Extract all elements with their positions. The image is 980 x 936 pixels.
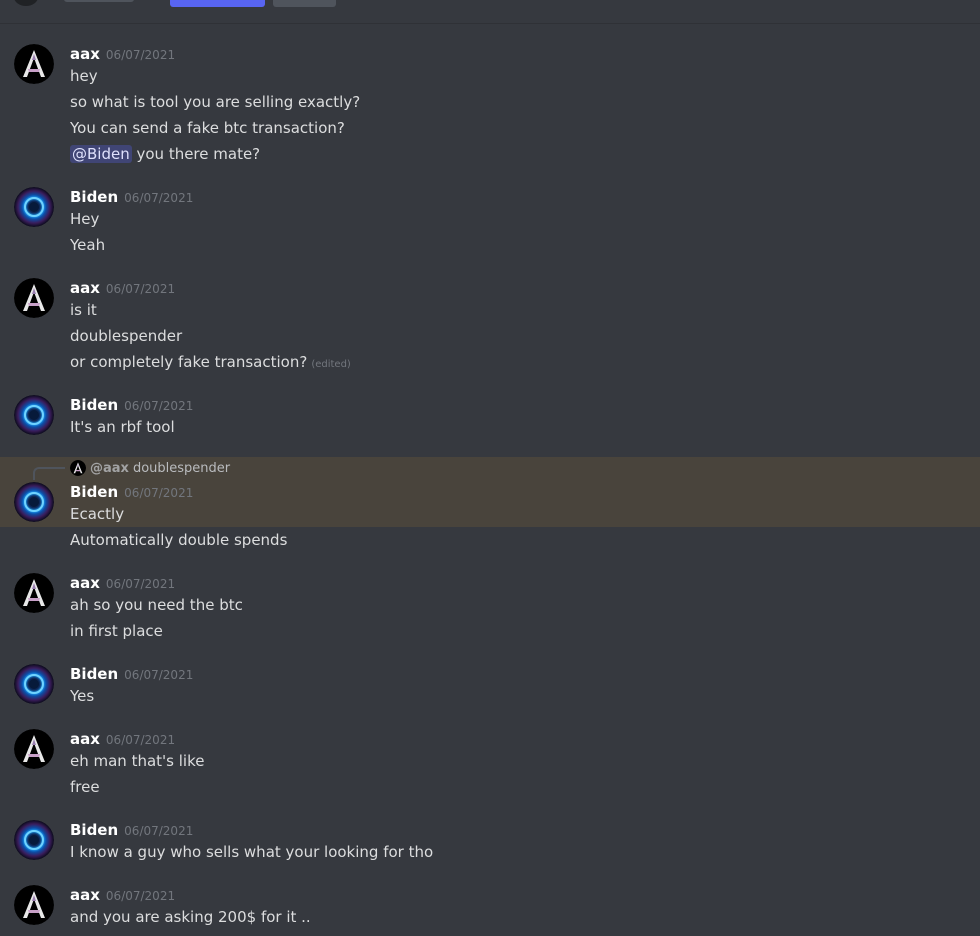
aax-letter-a-icon[interactable] [14, 278, 54, 318]
message-line: Yeah [70, 236, 106, 254]
message-line: in first place [70, 622, 163, 640]
message-timestamp: 06/07/2021 [124, 486, 194, 500]
message-line: or completely fake transaction? (edited) [70, 353, 351, 371]
message-line: @Biden you there mate? [70, 143, 260, 165]
blue-vortex-icon[interactable] [14, 395, 54, 435]
reply-spine [33, 467, 65, 480]
message-line: Hey [70, 210, 100, 228]
reply-author[interactable]: @aax [90, 461, 129, 476]
message-line: Yes [70, 687, 95, 705]
message-line: Ecactly [70, 505, 125, 523]
avatar [14, 0, 38, 6]
message-timestamp: 06/07/2021 [124, 191, 194, 205]
aax-letter-a-icon[interactable] [14, 44, 54, 84]
aax-letter-a-icon [70, 460, 86, 476]
edited-label: (edited) [311, 359, 351, 370]
message-line: You can send a fake btc transaction? [70, 119, 345, 137]
message-line: is it [70, 301, 97, 319]
message-line: It's an rbf tool [70, 418, 175, 436]
message-line: eh man that's like [70, 752, 205, 770]
top-header-bar [0, 0, 980, 24]
blue-vortex-icon[interactable] [14, 482, 54, 522]
message-timestamp: 06/07/2021 [105, 282, 176, 296]
message-author[interactable]: Biden 06/07/2021 [70, 395, 193, 416]
aax-letter-a-icon[interactable] [14, 573, 54, 613]
message-timestamp: 06/07/2021 [105, 48, 176, 62]
message-author[interactable]: aax 06/07/2021 [70, 729, 175, 750]
message-author[interactable]: aax 06/07/2021 [70, 885, 175, 906]
message-line: I know a guy who sells what your looking… [70, 843, 434, 861]
message-timestamp: 06/07/2021 [124, 668, 194, 682]
blue-vortex-icon[interactable] [14, 820, 54, 860]
message-timestamp: 06/07/2021 [124, 399, 194, 413]
message-timestamp: 06/07/2021 [105, 889, 176, 903]
message-line: doublespender [70, 327, 183, 345]
message-author[interactable]: Biden 06/07/2021 [70, 820, 193, 841]
message-line: free [70, 778, 100, 796]
header-text [64, 0, 134, 2]
reply-text: doublespender [132, 460, 231, 476]
message-author[interactable]: Biden 06/07/2021 [70, 482, 193, 503]
message-line: Automatically double spends [70, 531, 288, 549]
user-mention[interactable]: @Biden [70, 145, 132, 163]
aax-letter-a-icon[interactable] [14, 729, 54, 769]
message-author[interactable]: Biden 06/07/2021 [70, 187, 193, 208]
message-line: so what is tool you are selling exactly? [70, 93, 361, 111]
primary-button[interactable] [170, 0, 265, 7]
message-line: hey [70, 67, 98, 85]
message-line: ah so you need the btc [70, 596, 243, 614]
blue-vortex-icon[interactable] [14, 664, 54, 704]
aax-letter-a-icon[interactable] [14, 885, 54, 925]
reply-reference[interactable]: @aax doublespender [70, 459, 230, 477]
blue-vortex-icon[interactable] [14, 187, 54, 227]
message-line: and you are asking 200$ for it .. [70, 908, 311, 926]
message-timestamp: 06/07/2021 [105, 577, 176, 591]
message-author[interactable]: aax 06/07/2021 [70, 44, 175, 65]
mention-line-text: you there mate? [131, 145, 261, 163]
message-timestamp: 06/07/2021 [124, 824, 194, 838]
message-author[interactable]: aax 06/07/2021 [70, 573, 175, 594]
message-author[interactable]: aax 06/07/2021 [70, 278, 175, 299]
message-author[interactable]: Biden 06/07/2021 [70, 664, 193, 685]
message-timestamp: 06/07/2021 [105, 733, 176, 747]
secondary-button[interactable] [273, 0, 336, 7]
